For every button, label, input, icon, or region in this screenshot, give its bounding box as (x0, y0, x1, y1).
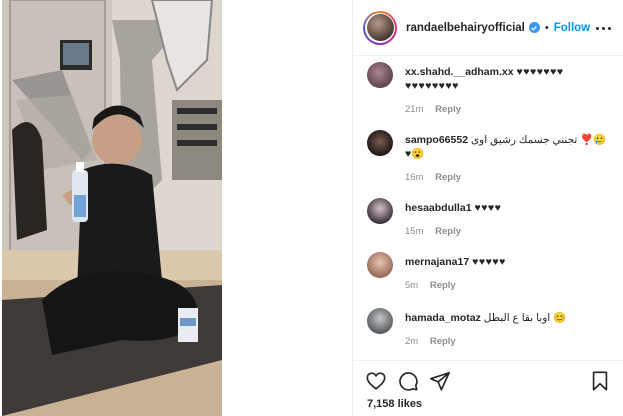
comment-text: اوبا بقا ع البطل 😊 (483, 312, 567, 324)
comment-text-continued: ♥😮 (405, 148, 425, 160)
comment-avatar[interactable] (367, 198, 393, 224)
photo-illustration (2, 0, 222, 416)
more-options-icon[interactable] (596, 21, 612, 35)
comment-time: 21m (405, 104, 424, 115)
comment-time: 2m (405, 336, 419, 347)
bookmark-icon[interactable] (589, 370, 611, 392)
comment-username[interactable]: hesaabdulla1 (405, 202, 472, 214)
follow-button[interactable]: Follow (554, 22, 590, 34)
comment-username[interactable]: mernajana17 (405, 256, 469, 268)
share-icon[interactable] (429, 370, 451, 392)
reply-button[interactable]: Reply (430, 280, 456, 291)
username-link[interactable]: randaelbehairyofficial (406, 22, 525, 34)
comment-icon[interactable] (397, 370, 419, 392)
avatar-image (366, 14, 394, 41)
comment-avatar[interactable] (367, 308, 393, 334)
comment-text: ♥♥♥♥ (474, 202, 502, 214)
heart-icon[interactable] (365, 370, 387, 392)
reply-button[interactable]: Reply (435, 104, 461, 115)
comment-username[interactable]: xx.shahd.__adham.xx (405, 66, 514, 78)
reply-button[interactable]: Reply (435, 226, 461, 237)
verified-badge-icon (528, 22, 540, 33)
reply-button[interactable]: Reply (435, 172, 461, 183)
gym-photo (2, 0, 222, 416)
comment-avatar[interactable] (367, 130, 393, 156)
comment-username[interactable]: sampo66552 (405, 134, 468, 146)
comment-text: ♥♥♥♥♥♥♥ (516, 66, 564, 78)
post-header: randaelbehairyofficial • Follow (353, 0, 623, 56)
comment-text: ♥♥♥♥♥ (472, 256, 506, 268)
post-actions: 7,158 likes (353, 360, 623, 416)
post-photo[interactable] (0, 0, 352, 416)
comment-time: 16m (405, 172, 424, 183)
comment-text-continued: ♥♥♥♥♥♥♥♥ (405, 80, 459, 92)
likes-count[interactable]: 7,158 likes (367, 398, 422, 410)
comment-username[interactable]: hamada_motaz (405, 312, 481, 324)
comment-avatar[interactable] (367, 252, 393, 278)
comment-time: 15m (405, 226, 424, 237)
comment-list: xx.shahd.__adham.xx ♥♥♥♥♥♥♥ ♥♥♥♥♥♥♥♥ 21m… (353, 56, 623, 360)
separator-dot: • (544, 21, 549, 34)
reply-button[interactable]: Reply (430, 336, 456, 347)
photo-padding (222, 0, 352, 416)
comment-avatar[interactable] (367, 62, 393, 88)
post-sidebar: randaelbehairyofficial • Follow xx.shahd… (352, 0, 623, 416)
comment-text: تجنني جسمك رشيق اوى ❣️🥲 (470, 134, 607, 146)
avatar[interactable] (363, 10, 397, 45)
comment-time: 5m (405, 280, 419, 291)
